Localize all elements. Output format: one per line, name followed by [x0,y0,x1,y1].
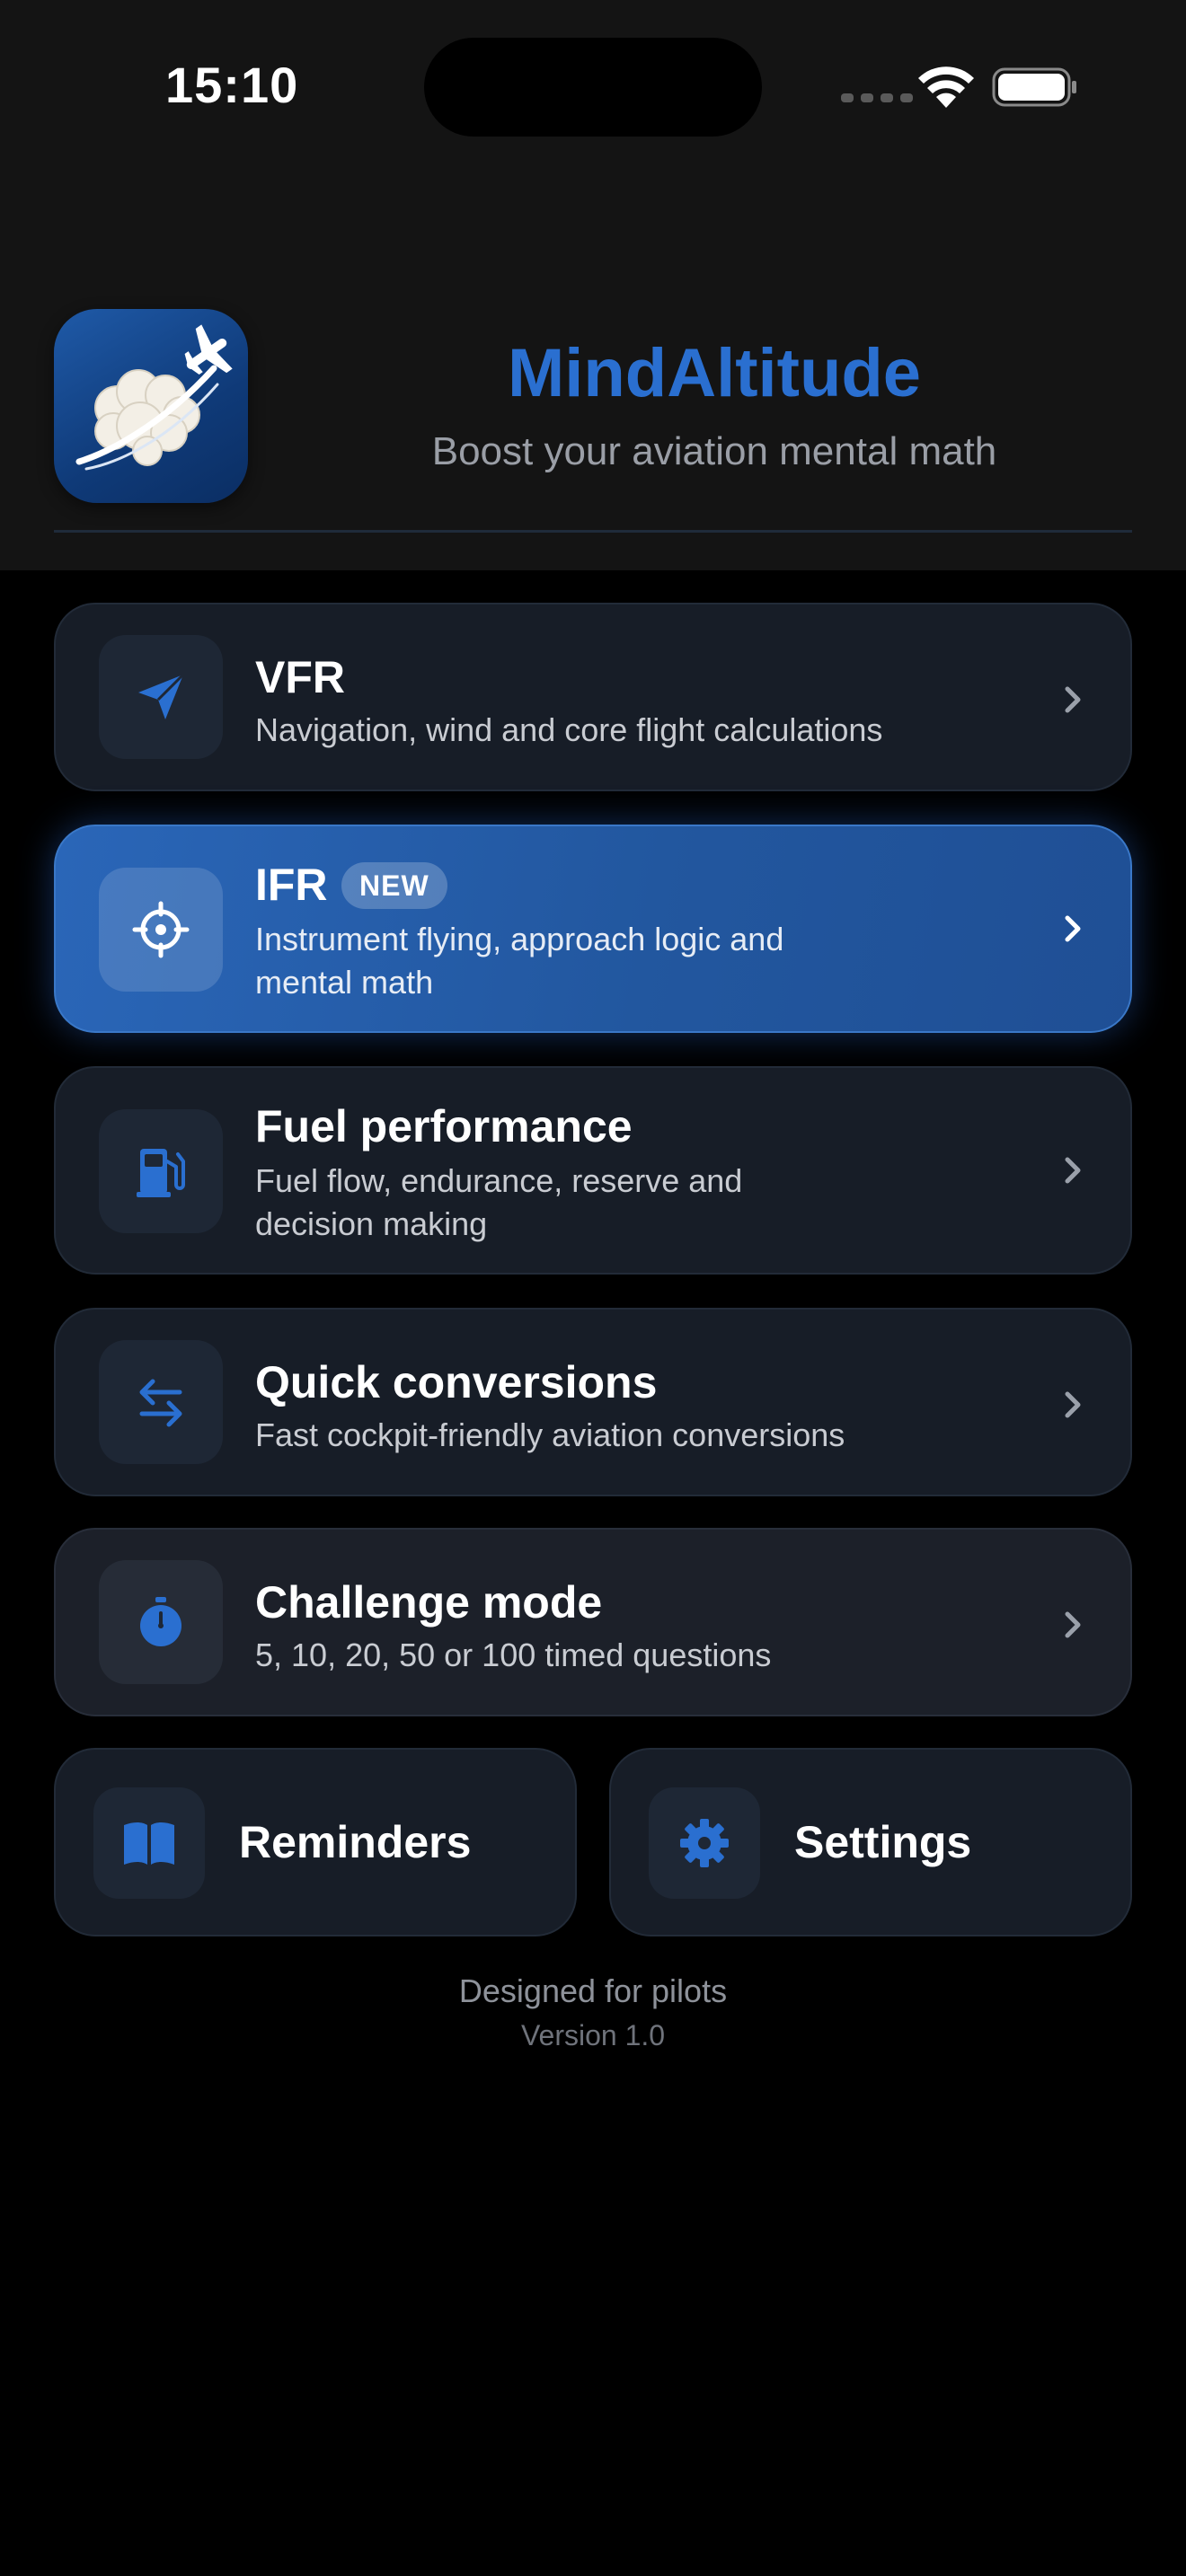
book-icon [93,1787,205,1899]
settings-label: Settings [794,1817,972,1867]
dynamic-island [424,38,762,137]
card-title: VFR [255,652,345,702]
chevron-right-icon [1065,1391,1081,1418]
chevron-right-icon [1065,686,1081,713]
card-description: Fast cockpit-friendly aviation conversio… [255,1416,845,1453]
header-divider [54,530,1132,533]
menu-card-ifr[interactable]: IFR NEW Instrument flying, approach logi… [54,825,1132,1033]
chevron-right-icon [1065,915,1081,942]
card-description-line: mental math [255,964,434,1001]
reminders-label: Reminders [239,1817,472,1867]
card-description: Navigation, wind and core flight calcula… [255,711,883,748]
card-title: Fuel performance [255,1101,633,1151]
swap-arrows-icon [99,1340,223,1464]
stopwatch-icon [99,1560,223,1684]
app-tagline: Boost your aviation mental math [431,429,997,473]
home-screen: 15:10 MindAltitude Boost your aviation m… [0,0,1186,2576]
status-time: 15:10 [165,57,299,113]
reminders-button[interactable]: Reminders [54,1748,577,1936]
gear-icon [649,1787,760,1899]
card-title: Challenge mode [255,1577,603,1628]
card-description-line: decision making [255,1205,488,1242]
cellular-signal-icon [841,93,913,102]
new-badge: NEW [341,862,447,909]
card-description-line: Fuel flow, endurance, reserve and [255,1162,743,1199]
header-area: 15:10 MindAltitude Boost your aviation m… [0,0,1186,570]
chevron-right-icon [1065,1157,1081,1184]
card-title: IFR [255,860,328,910]
wifi-icon [918,66,974,108]
card-description: 5, 10, 20, 50 or 100 timed questions [255,1636,772,1673]
menu-card-vfr[interactable]: VFR Navigation, wind and core flight cal… [54,603,1132,791]
crosshair-icon [99,868,223,992]
footer-version: Version 1.0 [520,2019,666,2051]
brain-airplane-icon [75,324,233,471]
card-description: Instrument flying, approach logic and me… [255,918,938,1004]
settings-button[interactable]: Settings [609,1748,1132,1936]
footer-tagline: Designed for pilots [458,1972,728,2009]
chevron-right-icon [1065,1611,1081,1638]
app-title: MindAltitude [507,335,922,411]
battery-icon [992,67,1076,107]
card-description-line: Instrument flying, approach logic and [255,921,784,957]
card-title: Quick conversions [255,1357,658,1407]
fuel-pump-icon [99,1109,223,1233]
card-description: Fuel flow, endurance, reserve and decisi… [255,1160,938,1246]
paper-plane-icon [99,635,223,759]
app-logo [54,309,248,503]
menu-card-challenge-mode[interactable]: Challenge mode 5, 10, 20, 50 or 100 time… [54,1528,1132,1716]
menu-card-quick-conversions[interactable]: Quick conversions Fast cockpit-friendly … [54,1308,1132,1496]
menu-card-fuel-performance[interactable]: Fuel performance Fuel flow, endurance, r… [54,1066,1132,1275]
